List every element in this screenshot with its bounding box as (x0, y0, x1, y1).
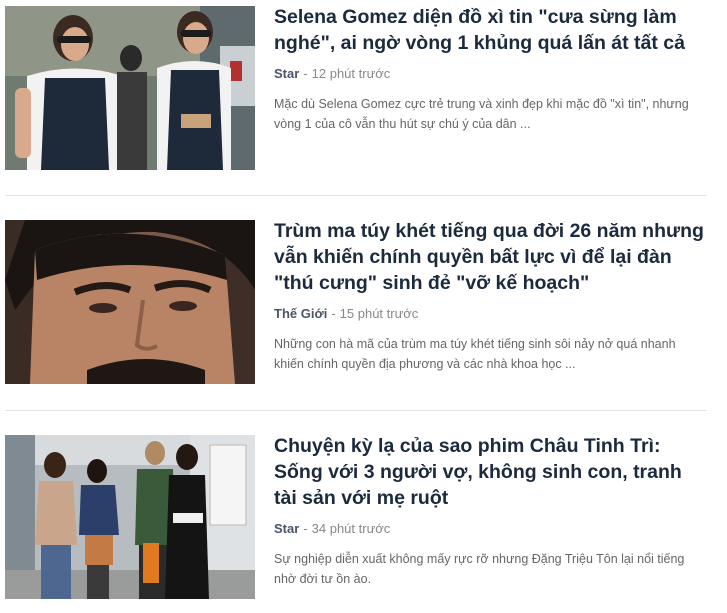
publish-time: 12 phút trước (311, 66, 391, 81)
article-excerpt: Những con hà mã của trùm ma túy khét tiế… (274, 337, 676, 371)
article-excerpt: Sự nghiệp diễn xuất không mấy rực rỡ như… (274, 552, 685, 586)
article-title[interactable]: Selena Gomez diện đồ xì tin "cưa sừng là… (274, 4, 707, 56)
meta-separator: - (303, 66, 308, 81)
article-excerpt: Mặc dù Selena Gomez cực trẻ trung và xin… (274, 97, 689, 131)
category-link[interactable]: Star (274, 521, 299, 536)
meta-separator: - (303, 521, 308, 536)
article-card: Selena Gomez diện đồ xì tin "cưa sừng là… (5, 6, 707, 170)
meta-separator: - (331, 306, 336, 321)
article-title[interactable]: Trùm ma túy khét tiếng qua đời 26 năm nh… (274, 218, 707, 296)
article-thumbnail[interactable] (5, 435, 255, 599)
street-photo-image (5, 435, 255, 599)
article-content: Selena Gomez diện đồ xì tin "cưa sừng là… (274, 6, 707, 170)
article-content: Trùm ma túy khét tiếng qua đời 26 năm nh… (274, 220, 707, 384)
publish-time: 34 phút trước (311, 521, 391, 536)
article-meta: Thế Giới -15 phút trước (274, 306, 707, 322)
article-meta: Star -12 phút trước (274, 66, 707, 82)
selena-photo-image (5, 6, 255, 170)
article-meta: Star -34 phút trước (274, 521, 707, 537)
article-thumbnail[interactable] (5, 6, 255, 170)
article-card: Chuyện kỳ lạ của sao phim Châu Tinh Trì:… (5, 435, 707, 599)
category-link[interactable]: Thế Giới (274, 306, 327, 321)
article-card: Trùm ma túy khét tiếng qua đời 26 năm nh… (5, 220, 707, 384)
article-thumbnail[interactable] (5, 220, 255, 384)
article-title[interactable]: Chuyện kỳ lạ của sao phim Châu Tinh Trì:… (274, 433, 707, 511)
portrait-photo-image (5, 220, 255, 384)
category-link[interactable]: Star (274, 66, 299, 81)
divider (5, 195, 707, 196)
news-feed: Selena Gomez diện đồ xì tin "cưa sừng là… (0, 0, 727, 613)
article-content: Chuyện kỳ lạ của sao phim Châu Tinh Trì:… (274, 435, 707, 599)
publish-time: 15 phút trước (339, 306, 419, 321)
divider (5, 410, 707, 411)
